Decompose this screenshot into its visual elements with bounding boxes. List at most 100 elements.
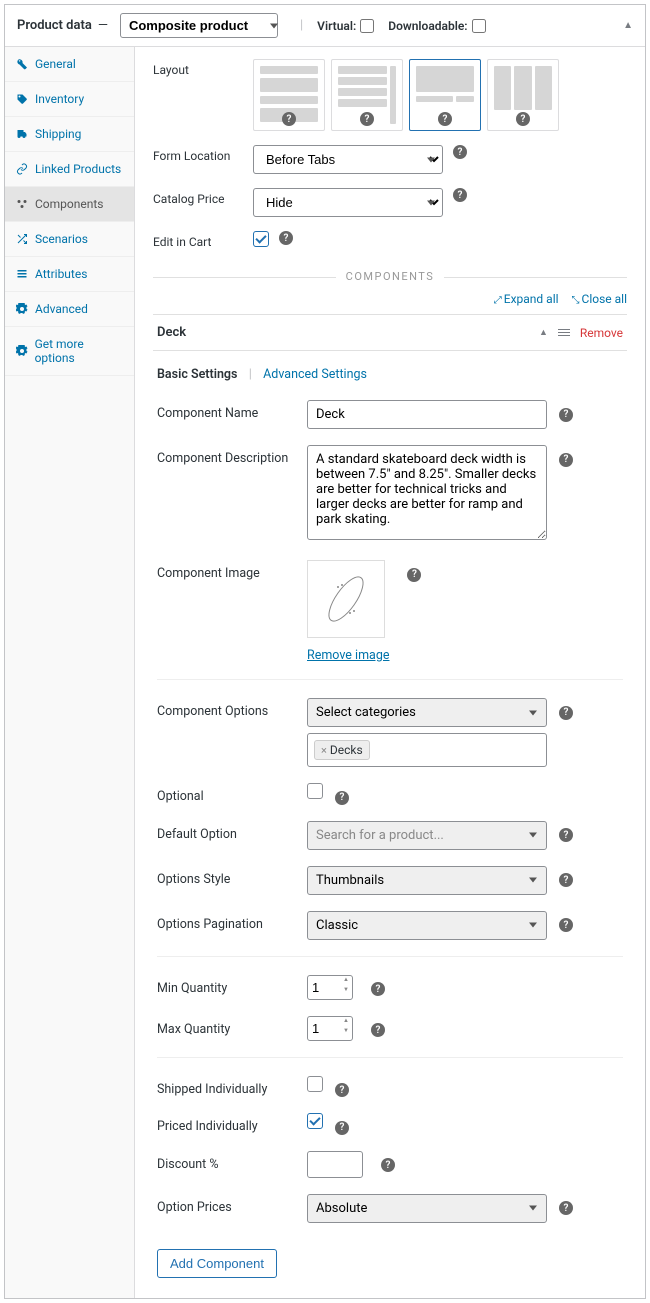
remove-image-link[interactable]: Remove image bbox=[307, 648, 389, 663]
help-icon[interactable]: ? bbox=[559, 918, 573, 932]
remove-tag-icon[interactable]: × bbox=[321, 744, 327, 757]
expand-all-link[interactable]: ⤢Expand all bbox=[494, 292, 559, 306]
options-pagination-label: Options Pagination bbox=[157, 911, 307, 932]
panel-header: Product data — Composite product | Virtu… bbox=[5, 5, 645, 47]
layout-option-2[interactable]: ? bbox=[331, 59, 403, 131]
help-icon[interactable]: ? bbox=[559, 828, 573, 842]
tab-attributes[interactable]: Attributes bbox=[5, 257, 134, 292]
help-icon[interactable]: ? bbox=[371, 1023, 385, 1037]
tab-components[interactable]: Components bbox=[5, 187, 134, 222]
component-image-label: Component Image bbox=[157, 560, 307, 581]
min-quantity-label: Min Quantity bbox=[157, 975, 307, 996]
stepper-down-icon[interactable]: ▼ bbox=[341, 987, 351, 998]
help-icon[interactable]: ? bbox=[516, 112, 530, 126]
panel-title: Product data bbox=[17, 18, 92, 33]
max-quantity-label: Max Quantity bbox=[157, 1016, 307, 1037]
layout-label: Layout bbox=[153, 59, 253, 77]
main-content: Layout ? ? ? ? bbox=[135, 47, 645, 1298]
link-icon bbox=[15, 162, 29, 176]
shipped-individually-checkbox[interactable] bbox=[307, 1076, 323, 1092]
option-prices-label: Option Prices bbox=[157, 1194, 307, 1215]
separator: | bbox=[300, 18, 303, 33]
component-name-label: Component Name bbox=[157, 400, 307, 421]
help-icon[interactable]: ? bbox=[438, 112, 452, 126]
component-description-textarea[interactable]: A standard skateboard deck width is betw… bbox=[307, 445, 547, 540]
component-options-label: Component Options bbox=[157, 698, 307, 719]
help-icon[interactable]: ? bbox=[282, 112, 296, 126]
catalog-price-select[interactable]: Hide bbox=[253, 188, 443, 217]
priced-individually-checkbox[interactable] bbox=[307, 1113, 323, 1129]
discount-input[interactable] bbox=[307, 1151, 363, 1178]
remove-component-link[interactable]: Remove bbox=[580, 326, 623, 340]
help-icon[interactable]: ? bbox=[335, 791, 349, 805]
help-icon[interactable]: ? bbox=[335, 1083, 349, 1097]
tab-advanced[interactable]: Advanced bbox=[5, 292, 134, 327]
layout-options: ? ? ? ? bbox=[253, 59, 559, 131]
advanced-settings-tab[interactable]: Advanced Settings bbox=[263, 367, 367, 382]
downloadable-checkbox[interactable] bbox=[472, 19, 486, 33]
help-icon[interactable]: ? bbox=[279, 231, 293, 245]
close-all-link[interactable]: ⤡Close all bbox=[572, 292, 627, 306]
truck-icon bbox=[15, 127, 29, 141]
discount-label: Discount % bbox=[157, 1151, 307, 1172]
edit-in-cart-checkbox[interactable] bbox=[253, 231, 269, 247]
default-option-select[interactable]: Search for a product... bbox=[307, 821, 547, 850]
priced-individually-label: Priced Individually bbox=[157, 1113, 307, 1134]
virtual-checkbox[interactable] bbox=[360, 19, 374, 33]
gear-icon bbox=[15, 302, 29, 316]
default-option-label: Default Option bbox=[157, 821, 307, 842]
help-icon[interactable]: ? bbox=[559, 408, 573, 422]
downloadable-toggle[interactable]: Downloadable: bbox=[388, 19, 485, 33]
component-header[interactable]: Deck ▲ Remove bbox=[153, 315, 627, 351]
tab-scenarios[interactable]: Scenarios bbox=[5, 222, 134, 257]
help-icon[interactable]: ? bbox=[381, 1158, 395, 1172]
help-icon[interactable]: ? bbox=[453, 145, 467, 159]
layout-option-3[interactable]: ? bbox=[409, 59, 481, 131]
collapse-icon: ⤡ bbox=[572, 295, 580, 306]
component-options-select[interactable]: Select categories bbox=[307, 698, 547, 727]
shipped-individually-label: Shipped Individually bbox=[157, 1076, 307, 1097]
help-icon[interactable]: ? bbox=[559, 873, 573, 887]
form-location-label: Form Location bbox=[153, 145, 253, 163]
form-location-select[interactable]: Before Tabs bbox=[253, 145, 443, 174]
option-prices-select[interactable]: Absolute bbox=[307, 1194, 547, 1223]
tab-linked-products[interactable]: Linked Products bbox=[5, 152, 134, 187]
layout-option-1[interactable]: ? bbox=[253, 59, 325, 131]
collapse-panel-icon[interactable]: ▲ bbox=[623, 20, 633, 31]
product-data-panel: Product data — Composite product | Virtu… bbox=[4, 4, 646, 1299]
layout-option-4[interactable]: ? bbox=[487, 59, 559, 131]
catalog-price-label: Catalog Price bbox=[153, 188, 253, 206]
help-icon[interactable]: ? bbox=[559, 706, 573, 720]
help-icon[interactable]: ? bbox=[453, 188, 467, 202]
component-name-input[interactable] bbox=[307, 400, 547, 429]
options-style-select[interactable]: Thumbnails bbox=[307, 866, 547, 895]
virtual-toggle[interactable]: Virtual: bbox=[317, 19, 374, 33]
help-icon[interactable]: ? bbox=[407, 568, 421, 582]
help-icon[interactable]: ? bbox=[335, 1121, 349, 1135]
options-pagination-select[interactable]: Classic bbox=[307, 911, 547, 940]
add-component-button[interactable]: Add Component bbox=[157, 1249, 277, 1278]
tab-inventory[interactable]: Inventory bbox=[5, 82, 134, 117]
component-title: Deck bbox=[157, 325, 186, 340]
component-image-thumbnail[interactable] bbox=[307, 560, 385, 638]
help-icon[interactable]: ? bbox=[360, 112, 374, 126]
product-type-select[interactable]: Composite product bbox=[120, 13, 278, 38]
stepper-down-icon[interactable]: ▼ bbox=[341, 1028, 351, 1039]
cluster-icon bbox=[15, 197, 29, 211]
help-icon[interactable]: ? bbox=[559, 1201, 573, 1215]
tab-get-more[interactable]: Get more options bbox=[5, 327, 134, 376]
tag-icon bbox=[15, 92, 29, 106]
tab-shipping[interactable]: Shipping bbox=[5, 117, 134, 152]
product-data-tabs: General Inventory Shipping Linked Produc… bbox=[5, 47, 135, 1298]
help-icon[interactable]: ? bbox=[559, 453, 573, 467]
components-divider: COMPONENTS bbox=[153, 269, 627, 284]
move-up-icon[interactable]: ▲ bbox=[539, 327, 548, 338]
category-tag-box[interactable]: ×Decks bbox=[307, 733, 547, 767]
optional-checkbox[interactable] bbox=[307, 783, 323, 799]
basic-settings-tab[interactable]: Basic Settings bbox=[157, 367, 237, 382]
dash: — bbox=[98, 18, 108, 33]
tab-general[interactable]: General bbox=[5, 47, 134, 82]
optional-label: Optional bbox=[157, 783, 307, 804]
drag-handle-icon[interactable] bbox=[558, 329, 570, 336]
help-icon[interactable]: ? bbox=[371, 982, 385, 996]
